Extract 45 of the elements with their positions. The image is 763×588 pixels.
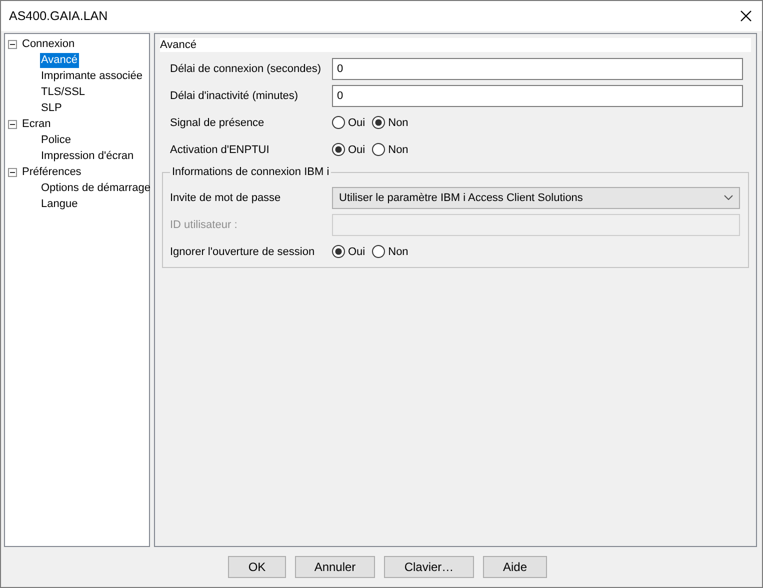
group-title: Informations de connexion IBM i — [171, 166, 330, 178]
tree-item[interactable]: Préférences — [21, 164, 82, 180]
tree-item[interactable]: Options de démarrage — [40, 180, 152, 196]
dialog-button[interactable]: Aide — [483, 556, 547, 578]
collapse-icon[interactable] — [8, 40, 17, 48]
radio-option[interactable]: Non — [372, 245, 408, 258]
radio-button[interactable] — [372, 245, 386, 258]
input-field[interactable]: 0 — [332, 58, 743, 80]
collapse-icon[interactable] — [8, 120, 17, 128]
dialog-button[interactable]: Clavier… — [384, 556, 474, 578]
tree-item[interactable]: Connexion — [21, 36, 76, 52]
tree-item[interactable]: Impression d'écran — [40, 148, 135, 164]
radio-button[interactable] — [372, 143, 386, 156]
tree-item[interactable]: Imprimante associée — [40, 68, 144, 84]
tree-item[interactable]: Langue — [40, 196, 79, 212]
field-label: Délai d'inactivité (minutes) — [170, 90, 300, 102]
radio-option[interactable]: Oui — [332, 116, 366, 129]
radio-button[interactable] — [332, 116, 345, 129]
radio-option[interactable]: Oui — [332, 245, 366, 258]
panel-header: Avancé — [160, 38, 751, 52]
window-title: AS400.GAIA.LAN — [9, 9, 108, 23]
tree-item[interactable]: SLP — [40, 100, 63, 116]
dialog-button[interactable]: OK — [228, 556, 286, 578]
tree-item[interactable]: Ecran — [21, 116, 52, 132]
field-label: ID utilisateur : — [170, 218, 238, 230]
radio-option[interactable]: Oui — [332, 143, 366, 156]
tree-item[interactable]: TLS/SSL — [40, 84, 86, 100]
radio-button[interactable] — [372, 116, 386, 129]
radio-option[interactable]: Non — [372, 116, 408, 129]
radio-button[interactable] — [332, 245, 345, 258]
radio-button[interactable] — [332, 143, 345, 156]
chevron-down-icon — [724, 195, 733, 200]
dialog-button[interactable]: Annuler — [295, 556, 375, 578]
radio-option[interactable]: Non — [372, 143, 408, 156]
tree-item[interactable]: Avancé — [40, 52, 78, 68]
field-label: Activation d'ENPTUI — [170, 144, 270, 156]
tree-item[interactable]: Police — [40, 132, 72, 148]
field-label: Délai de connexion (secondes) — [170, 62, 322, 74]
field-label: Invite de mot de passe — [170, 192, 282, 204]
close-icon[interactable] — [740, 10, 752, 22]
field-label: Ignorer l'ouverture de session — [170, 246, 316, 258]
input-field[interactable]: 0 — [332, 84, 743, 106]
dropdown[interactable]: Utiliser le paramètre IBM i Access Client Solutions — [332, 186, 740, 208]
collapse-icon[interactable] — [8, 168, 17, 176]
field-label: Signal de présence — [170, 116, 266, 128]
